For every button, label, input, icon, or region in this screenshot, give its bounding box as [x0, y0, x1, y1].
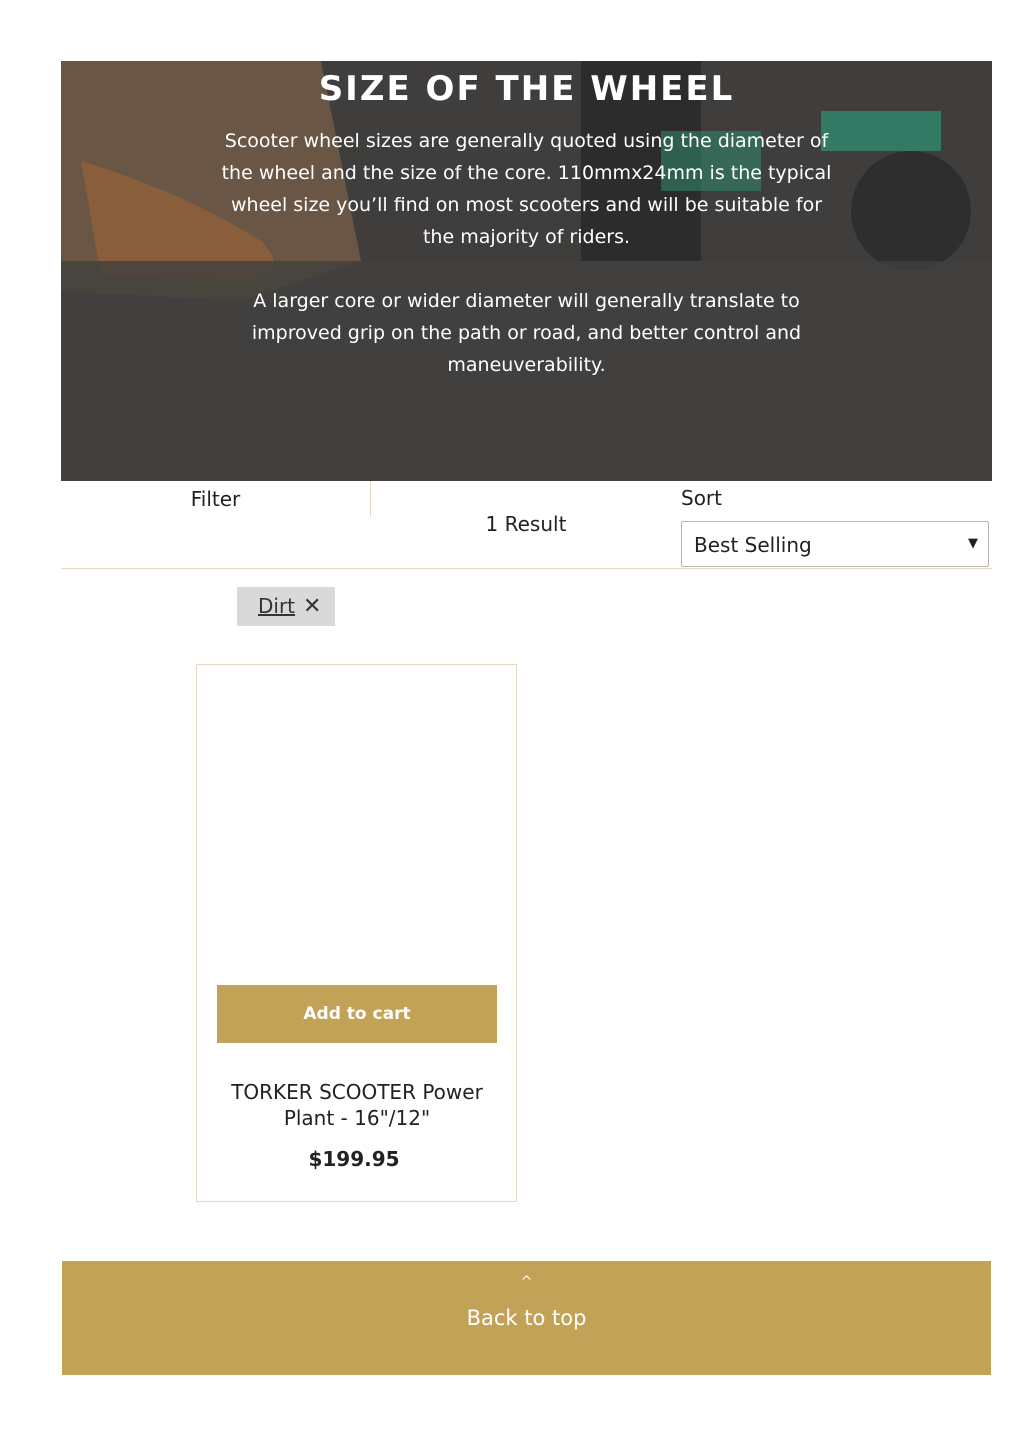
collection-toolbar: Filter 1 Result Sort Best Selling ▼ [61, 481, 992, 569]
product-card: Add to cart TORKER SCOOTER Power Plant -… [196, 664, 517, 1202]
sort-select[interactable]: Best Selling ▼ [681, 521, 989, 567]
active-filter-chip[interactable]: Dirt ✕ [237, 587, 335, 626]
back-to-top-label: Back to top [466, 1306, 587, 1330]
hero-content: SIZE OF THE WHEEL Scooter wheel sizes ar… [61, 61, 992, 381]
product-title[interactable]: TORKER SCOOTER Power Plant - 16"/12" [217, 1079, 497, 1131]
chevron-up-icon: ^ [520, 1274, 533, 1290]
sort-label: Sort [681, 486, 722, 510]
hero-paragraph-2: A larger core or wider diameter will gen… [251, 290, 802, 376]
hero-title: SIZE OF THE WHEEL [318, 69, 735, 109]
product-image[interactable] [217, 685, 496, 975]
sort-control: Sort Best Selling ▼ [681, 481, 992, 568]
add-to-cart-button[interactable]: Add to cart [217, 985, 497, 1043]
filter-button[interactable]: Filter [61, 481, 371, 517]
product-price: $199.95 [308, 1147, 400, 1171]
active-filter-label[interactable]: Dirt [258, 587, 295, 626]
back-to-top-button[interactable]: ^ Back to top [62, 1261, 991, 1375]
hero-paragraph-1: Scooter wheel sizes are generally quoted… [221, 130, 832, 248]
result-count: 1 Result [485, 512, 567, 536]
remove-filter-icon[interactable]: ✕ [303, 587, 321, 626]
hero-banner: SIZE OF THE WHEEL Scooter wheel sizes ar… [61, 61, 992, 481]
sort-selected-value: Best Selling [694, 533, 812, 557]
dropdown-arrow-icon: ▼ [968, 536, 978, 551]
